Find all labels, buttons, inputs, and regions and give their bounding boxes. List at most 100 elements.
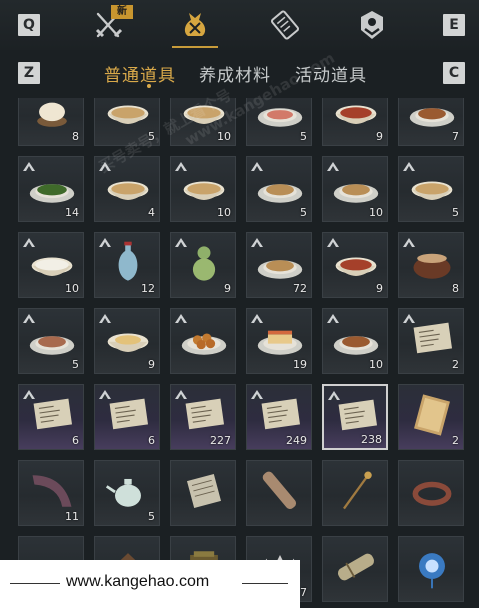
hairpin-icon — [343, 471, 372, 510]
rarity-tag-icon — [23, 390, 35, 399]
rarity-tag-icon — [327, 162, 339, 171]
item-count: 5 — [300, 130, 307, 143]
item-count: 9 — [376, 130, 383, 143]
c-key-hint[interactable]: C — [443, 62, 465, 84]
item-count: 249 — [286, 434, 307, 447]
item-count: 238 — [361, 433, 382, 446]
scroll-rod-icon — [262, 471, 297, 509]
inventory-slot[interactable]: 7 — [398, 98, 464, 146]
inventory-slot[interactable] — [246, 460, 312, 526]
item-count: 10 — [369, 206, 383, 219]
inventory-slot[interactable] — [322, 536, 388, 602]
inventory-slot[interactable] — [170, 308, 236, 374]
inventory-slot[interactable]: 8 — [18, 98, 84, 146]
inventory-slot[interactable]: 9 — [94, 308, 160, 374]
item-count: 227 — [210, 434, 231, 447]
inventory-slot[interactable]: 5 — [246, 156, 312, 222]
bracelet-icon — [412, 481, 452, 506]
rarity-tag-icon — [23, 238, 35, 247]
inventory-slot[interactable]: 10 — [322, 156, 388, 222]
inventory-slot[interactable]: 8 — [398, 232, 464, 298]
divider — [10, 583, 60, 584]
tab-common-items[interactable]: 普通道具 — [104, 61, 176, 86]
stir-fry-bowl-icon — [335, 105, 377, 124]
new-badge: 新 — [111, 5, 133, 19]
inventory-grid: 8 5 10 5 9 7 14 4 10 5 10 5 10 12 9 72 9 8 5 9 19 10 2 6 6 227 249… — [0, 98, 479, 608]
footer-url: www.kangehao.com — [66, 573, 210, 590]
item-count: 9 — [376, 282, 383, 295]
rarity-tag-icon — [251, 162, 263, 171]
rarity-tag-icon — [99, 314, 111, 323]
inventory-slot[interactable]: 11 — [18, 460, 84, 526]
bundle-icon — [337, 553, 375, 581]
inventory-slot[interactable]: 9 — [170, 232, 236, 298]
inventory-slot[interactable] — [398, 536, 464, 602]
inventory-slot[interactable]: 227 — [170, 384, 236, 450]
inventory-slot[interactable]: 10 — [18, 232, 84, 298]
inventory-slot[interactable]: 14 — [18, 156, 84, 222]
inventory-slot[interactable]: 6 — [18, 384, 84, 450]
rarity-tag-icon — [175, 238, 187, 247]
item-count: 10 — [369, 358, 383, 371]
horn-icon — [32, 475, 72, 507]
inventory-slot[interactable]: 2 — [398, 308, 464, 374]
inventory-slot[interactable]: 238 — [322, 384, 388, 450]
divider — [242, 583, 288, 584]
gold-pouch-icon[interactable] — [178, 7, 212, 41]
item-count: 5 — [72, 358, 79, 371]
inventory-slot[interactable]: 6 — [94, 384, 160, 450]
rarity-tag-icon — [175, 162, 187, 171]
inventory-slot[interactable]: 19 — [246, 308, 312, 374]
inventory-slot[interactable]: 5 — [94, 460, 160, 526]
inventory-slot[interactable]: 72 — [246, 232, 312, 298]
inventory-slot[interactable]: 249 — [246, 384, 312, 450]
item-count: 7 — [452, 130, 459, 143]
scroll-icon[interactable] — [268, 8, 302, 42]
item-count: 2 — [452, 358, 459, 371]
top-tab-bar: Q E 新 — [0, 0, 479, 50]
rarity-tag-icon — [99, 390, 111, 399]
item-count: 2 — [452, 434, 459, 447]
item-count: 5 — [452, 206, 459, 219]
item-count: 5 — [300, 206, 307, 219]
q-key-hint[interactable]: Q — [18, 14, 40, 36]
blue-charm-icon — [419, 553, 445, 589]
tablet-icon — [414, 394, 450, 436]
rarity-tag-icon — [328, 391, 340, 400]
inventory-slot[interactable]: 5 — [398, 156, 464, 222]
sub-tab-bar: Z C 普通道具 养成材料 活动道具 — [0, 52, 479, 94]
item-count: 10 — [217, 206, 231, 219]
item-count: 6 — [72, 434, 79, 447]
item-count: 4 — [148, 206, 155, 219]
inventory-slot[interactable]: 9 — [322, 98, 388, 146]
inventory-slot[interactable]: 10 — [170, 156, 236, 222]
rarity-tag-icon — [327, 238, 339, 247]
inventory-slot[interactable]: 5 — [18, 308, 84, 374]
item-count: 9 — [224, 282, 231, 295]
item-count: 19 — [293, 358, 307, 371]
inventory-slot[interactable] — [398, 460, 464, 526]
inventory-slot[interactable]: 12 — [94, 232, 160, 298]
rarity-tag-icon — [251, 238, 263, 247]
footer-banner: www.kangehao.com — [0, 560, 300, 608]
item-count: 5 — [148, 510, 155, 523]
inventory-slot[interactable]: 9 — [322, 232, 388, 298]
item-count: 72 — [293, 282, 307, 295]
rarity-tag-icon — [175, 314, 187, 323]
e-key-hint[interactable]: E — [443, 14, 465, 36]
inventory-slot[interactable] — [322, 460, 388, 526]
item-count: 12 — [141, 282, 155, 295]
item-count: 9 — [148, 358, 155, 371]
item-count: 6 — [148, 434, 155, 447]
z-key-hint[interactable]: Z — [18, 62, 40, 84]
inventory-slot[interactable]: 10 — [322, 308, 388, 374]
shield-badge-icon[interactable] — [355, 8, 389, 42]
rarity-tag-icon — [251, 314, 263, 323]
item-count: 8 — [452, 282, 459, 295]
rarity-tag-icon — [403, 314, 415, 323]
item-count: 11 — [65, 510, 79, 523]
tab-cultivation-materials[interactable]: 养成材料 — [199, 61, 271, 86]
inventory-slot[interactable]: 2 — [398, 384, 464, 450]
inventory-slot[interactable] — [170, 460, 236, 526]
active-subtab-dot — [147, 84, 151, 88]
